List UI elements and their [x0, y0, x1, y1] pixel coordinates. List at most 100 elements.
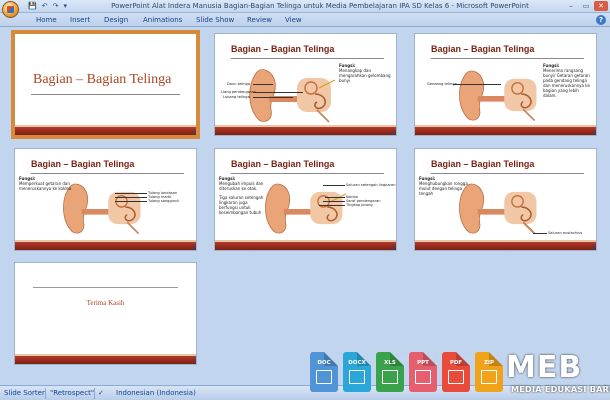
maximize-button[interactable]: ▭ [579, 1, 593, 11]
slide-thumbnail-4[interactable]: Bagian – Bagian Telinga Fungsi: Memperku… [14, 148, 197, 251]
office-logo-icon [7, 6, 14, 13]
callout-line [533, 233, 547, 234]
meb-logo: MEB [506, 350, 583, 385]
closing-text: Terima Kasih [86, 299, 125, 307]
undo-icon[interactable]: ↶ [42, 2, 48, 11]
callout-line [115, 201, 147, 202]
slide-footer-bar [15, 354, 196, 364]
qat-dropdown-icon[interactable]: ▾ [63, 2, 67, 11]
save-icon[interactable]: 💾 [28, 2, 37, 11]
zip-file-icon: ZIP [475, 352, 503, 392]
callout-label: Lubang telinga [223, 95, 250, 99]
ribbon-tabs: Home Insert Design Animations Slide Show… [0, 13, 610, 27]
status-separator [94, 388, 95, 399]
function-description: Fungsi: Menangkap dan mengarahkan gelomb… [339, 63, 391, 83]
slide-number: 6 [591, 244, 596, 252]
title-divider [431, 58, 584, 59]
callout-label: Daun telinga [227, 82, 251, 86]
office-button[interactable] [2, 1, 19, 18]
ear-anatomy-image [459, 70, 537, 122]
title-divider [31, 173, 184, 174]
function-description-extra: Tiga saluran setengah lingkaran juga ber… [219, 195, 264, 215]
function-description: Fungsi: Memperkuat getaran dan meneruska… [19, 176, 72, 191]
window-title: PowerPoint Alat Indera Manusia Bagian-Ba… [111, 2, 529, 10]
tab-review[interactable]: Review [247, 15, 272, 25]
title-divider [231, 173, 384, 174]
function-description: Fungsi: Mengubah impuls dan diteruskan k… [219, 176, 264, 191]
minimize-button[interactable]: – [564, 1, 578, 11]
ppt-file-icon: PPT [409, 352, 437, 392]
status-theme: "Retrospect" [50, 389, 95, 397]
slide-title: Bagian – Bagian Telinga [231, 44, 335, 54]
slide-title: Bagian – Bagian Telinga [31, 159, 135, 169]
pdf-file-icon: PDF [442, 352, 470, 392]
title-divider [33, 287, 178, 288]
slide-thumbnail-5[interactable]: Bagian – Bagian Telinga Fungsi: Mengubah… [214, 148, 397, 251]
callout-label: Tingkap jorong [346, 203, 373, 207]
close-button[interactable]: ✕ [594, 1, 608, 11]
tab-insert[interactable]: Insert [70, 15, 90, 25]
callout-line [453, 84, 501, 85]
tab-home[interactable]: Home [36, 15, 57, 25]
callout-line [253, 92, 303, 93]
callout-line [323, 185, 345, 186]
slide-thumbnail-7[interactable]: Terima Kasih [14, 262, 197, 365]
slide-number: 1 [191, 129, 196, 137]
redo-icon[interactable]: ↷ [53, 2, 59, 11]
tab-animations[interactable]: Animations [143, 15, 182, 25]
function-description: Fungsi: Menghubungkan rongga mulut denga… [419, 176, 468, 196]
callout-line [253, 97, 293, 98]
slide-footer-bar [15, 240, 196, 250]
title-divider [431, 173, 584, 174]
slide-thumbnail-3[interactable]: Bagian – Bagian Telinga Fungsi: Menerima… [414, 33, 597, 136]
meb-logo-subtitle: MEDIA EDUKASI BARU [511, 385, 610, 394]
window-controls: – ▭ ✕ [564, 1, 608, 11]
slide-footer-bar [215, 240, 396, 250]
slide-title: Bagian – Bagian Telinga [231, 159, 335, 169]
slide-number: 4 [191, 244, 196, 252]
callout-line [253, 84, 273, 85]
function-description: Fungsi: Menerima rangsang bunyi/ Getaran… [543, 63, 590, 98]
callout-line [115, 197, 147, 198]
slide-title: Bagian – Bagian Telinga [431, 159, 535, 169]
slide-footer-bar [215, 125, 396, 135]
docx-file-icon: DOCX [343, 352, 371, 392]
title-divider [31, 94, 180, 95]
xls-file-icon: XLS [376, 352, 404, 392]
slide-footer-bar [415, 125, 596, 135]
slide-title: Bagian – Bagian Telinga [431, 44, 535, 54]
callout-label: Tulang sanggurdi [148, 199, 179, 203]
slide-footer-bar [15, 125, 196, 135]
title-bar: 💾 ↶ ↷ ▾ PowerPoint Alat Indera Manusia B… [0, 0, 610, 18]
watermark: DOC DOCX XLS PPT PDF ZIP MEB MEDIA EDUKA… [306, 352, 610, 400]
tab-slide-show[interactable]: Slide Show [196, 15, 234, 25]
ear-anatomy-image [265, 183, 347, 234]
callout-label: Saluran setengah lingkaran [346, 183, 396, 187]
spell-check-icon[interactable]: ✓ [98, 389, 104, 398]
tab-view[interactable]: View [285, 15, 302, 25]
slide-thumbnail-2[interactable]: Bagian – Bagian Telinga Fungsi: Menangka… [214, 33, 397, 136]
title-divider [231, 58, 384, 59]
ear-anatomy-image [249, 69, 336, 123]
slide-thumbnail-1[interactable]: Bagian – Bagian Telinga [11, 30, 200, 139]
slide-number: 2 [391, 129, 396, 137]
slide-footer-bar [415, 240, 596, 250]
status-language: Indonesian (Indonesia) [116, 389, 196, 397]
slide-number: 5 [391, 244, 396, 252]
slide-title: Bagian – Bagian Telinga [33, 72, 172, 87]
slide-number: 7 [191, 358, 196, 366]
callout-label: Saluran eustachius [548, 231, 583, 235]
callout-line [325, 197, 345, 198]
callout-line [319, 205, 345, 206]
status-view: Slide Sorter [4, 389, 45, 397]
help-icon[interactable]: ? [596, 15, 606, 25]
slide-number: 3 [591, 129, 596, 137]
quick-access-toolbar: 💾 ↶ ↷ ▾ [22, 2, 67, 11]
tab-design[interactable]: Design [104, 15, 128, 25]
status-separator [45, 388, 46, 399]
callout-label: Liang pendengaran [221, 90, 256, 94]
slide-thumbnail-6[interactable]: Bagian – Bagian Telinga Fungsi: Menghubu… [414, 148, 597, 251]
slide-sorter: Bagian – Bagian Telinga 1 Bagian – Bagia… [0, 27, 610, 385]
callout-line [323, 201, 345, 202]
doc-file-icon: DOC [310, 352, 338, 392]
